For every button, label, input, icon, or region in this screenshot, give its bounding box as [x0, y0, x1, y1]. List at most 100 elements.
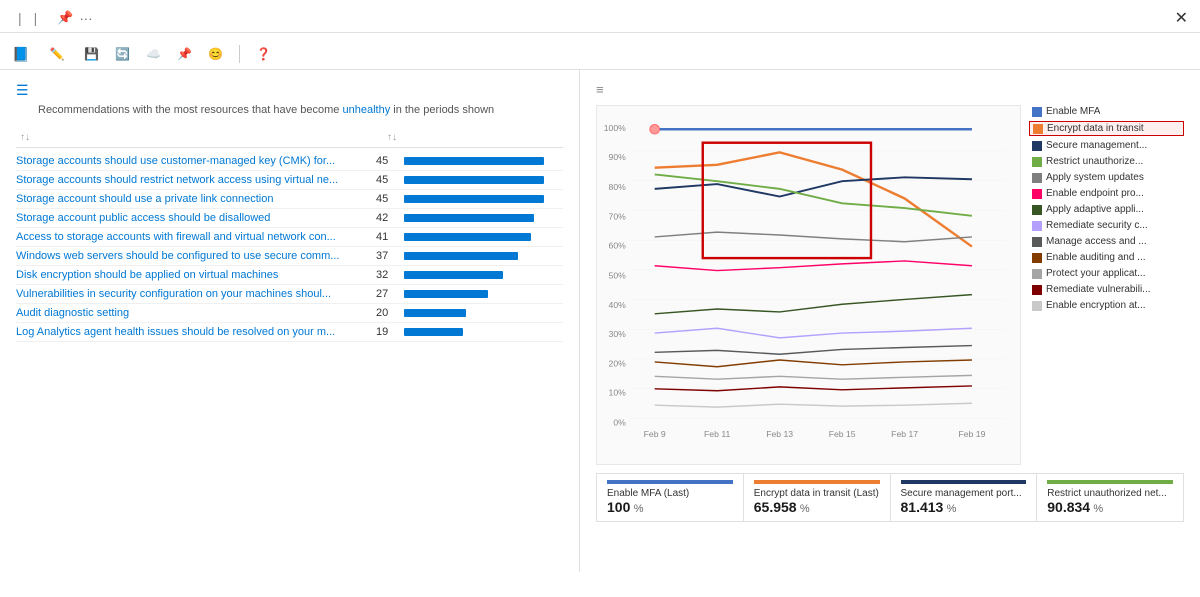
svg-text:90%: 90%	[609, 152, 627, 162]
refresh-icon: 🔄	[115, 47, 130, 61]
metric-unit: %	[800, 503, 810, 515]
legend-label: Enable auditing and ...	[1046, 252, 1146, 263]
cell-name[interactable]: Vulnerabilities in security configuratio…	[16, 288, 376, 300]
table-row: Audit diagnostic setting 20	[16, 304, 563, 323]
col-count-header: ↑↓	[383, 132, 563, 143]
count-number: 45	[376, 155, 398, 167]
legend-item[interactable]: Enable auditing and ...	[1029, 251, 1184, 264]
legend-item[interactable]: Secure management...	[1029, 139, 1184, 152]
cell-name[interactable]: Log Analytics agent health issues should…	[16, 326, 376, 338]
cloud-icon: ☁️	[146, 47, 161, 61]
count-bar	[404, 328, 463, 336]
legend-item[interactable]: Encrypt data in transit	[1029, 121, 1184, 136]
svg-text:80%: 80%	[609, 182, 627, 192]
legend-item[interactable]: Apply system updates	[1029, 171, 1184, 184]
table-row: Windows web servers should be configured…	[16, 247, 563, 266]
emoji-button[interactable]: 😊	[208, 47, 223, 61]
legend-item[interactable]: Enable encryption at...	[1029, 299, 1184, 312]
cell-name[interactable]: Storage accounts should use customer-man…	[16, 155, 376, 167]
chart-area: 100% 90% 80% 70% 60% 50% 40% 30% 20% 10%…	[596, 105, 1184, 465]
legend-color	[1032, 301, 1042, 311]
cell-count: 42	[376, 212, 556, 224]
cell-count: 27	[376, 288, 556, 300]
count-bar	[404, 290, 488, 298]
metric-value: 100	[607, 499, 630, 515]
count-number: 42	[376, 212, 398, 224]
cell-count: 45	[376, 193, 556, 205]
cell-name[interactable]: Access to storage accounts with firewall…	[16, 231, 376, 243]
refresh-button[interactable]: 🔄	[115, 47, 130, 61]
count-number: 19	[376, 326, 398, 338]
metric-bar	[607, 480, 733, 484]
cell-name[interactable]: Storage accounts should restrict network…	[16, 174, 376, 186]
table-row: Log Analytics agent health issues should…	[16, 323, 563, 342]
cell-name[interactable]: Audit diagnostic setting	[16, 307, 376, 319]
svg-text:Feb 11: Feb 11	[704, 429, 730, 439]
cell-name[interactable]: Disk encryption should be applied on vir…	[16, 269, 376, 281]
legend-color	[1032, 285, 1042, 295]
metric-unit: %	[634, 503, 644, 515]
count-bar	[404, 195, 544, 203]
cell-name[interactable]: Storage account should use a private lin…	[16, 193, 376, 205]
count-bar	[404, 271, 503, 279]
legend-label: Apply system updates	[1046, 172, 1144, 183]
svg-text:40%: 40%	[609, 300, 627, 310]
pin-toolbar-button[interactable]: 📌	[177, 47, 192, 61]
svg-text:10%: 10%	[609, 388, 627, 398]
legend-color	[1032, 189, 1042, 199]
legend-item[interactable]: Protect your applicat...	[1029, 267, 1184, 280]
edit-icon: ✏️	[49, 47, 64, 61]
legend-color	[1032, 173, 1042, 183]
left-panel: ☰ Recommendations with the most resource…	[0, 70, 580, 572]
count-number: 32	[376, 269, 398, 281]
metric-item: Restrict unauthorized net... 90.834 %	[1037, 474, 1183, 521]
metric-value-container: 90.834 %	[1047, 499, 1173, 515]
count-number: 45	[376, 193, 398, 205]
legend-label: Enable MFA	[1046, 106, 1100, 117]
table-row: Storage account public access should be …	[16, 209, 563, 228]
cell-count: 45	[376, 155, 556, 167]
legend-item[interactable]: Manage access and ...	[1029, 235, 1184, 248]
save-button[interactable]: 💾	[84, 47, 99, 61]
help-icon: ❓	[256, 47, 271, 61]
legend-label: Secure management...	[1046, 140, 1147, 151]
svg-text:Feb 17: Feb 17	[891, 429, 918, 439]
legend-item[interactable]: Enable MFA	[1029, 105, 1184, 118]
save-icon: 💾	[84, 47, 99, 61]
workbooks-button[interactable]: 📘	[12, 46, 33, 63]
cell-name[interactable]: Storage account public access should be …	[16, 212, 376, 224]
legend-item[interactable]: Enable endpoint pro...	[1029, 187, 1184, 200]
cloud-button[interactable]: ☁️	[146, 47, 161, 61]
table-body: Storage accounts should use customer-man…	[16, 152, 563, 342]
emoji-icon: 😊	[208, 47, 223, 61]
close-icon[interactable]: ✕	[1175, 8, 1188, 28]
legend-item[interactable]: Remediate vulnerabili...	[1029, 283, 1184, 296]
cell-count: 41	[376, 231, 556, 243]
legend-color	[1032, 107, 1042, 117]
legend-item[interactable]: Remediate security c...	[1029, 219, 1184, 232]
legend-item[interactable]: Apply adaptive appli...	[1029, 203, 1184, 216]
count-number: 20	[376, 307, 398, 319]
table-header: ↑↓ ↑↓	[16, 128, 563, 148]
more-icon[interactable]: ···	[79, 11, 92, 26]
sort-icon-count[interactable]: ↑↓	[387, 132, 397, 143]
metric-value-container: 81.413 %	[901, 499, 1027, 515]
legend-label: Encrypt data in transit	[1047, 123, 1144, 134]
legend-color	[1032, 157, 1042, 167]
legend-label: Remediate vulnerabili...	[1046, 284, 1151, 295]
cell-name[interactable]: Windows web servers should be configured…	[16, 250, 376, 262]
table-row: Access to storage accounts with firewall…	[16, 228, 563, 247]
help-button[interactable]: ❓	[256, 47, 275, 61]
chart-title-icon: ≡	[596, 82, 604, 97]
count-bar	[404, 157, 544, 165]
pin-icon[interactable]: 📌	[57, 10, 73, 26]
legend-label: Protect your applicat...	[1046, 268, 1146, 279]
metric-label: Enable MFA (Last)	[607, 488, 733, 499]
metric-bar	[1047, 480, 1173, 484]
sort-icon-name[interactable]: ↑↓	[20, 132, 30, 143]
metric-value-container: 100 %	[607, 499, 733, 515]
edit-button[interactable]: ✏️	[49, 47, 68, 61]
legend-label: Enable encryption at...	[1046, 300, 1146, 311]
legend-item[interactable]: Restrict unauthorize...	[1029, 155, 1184, 168]
col-name-header: ↑↓	[16, 132, 383, 143]
